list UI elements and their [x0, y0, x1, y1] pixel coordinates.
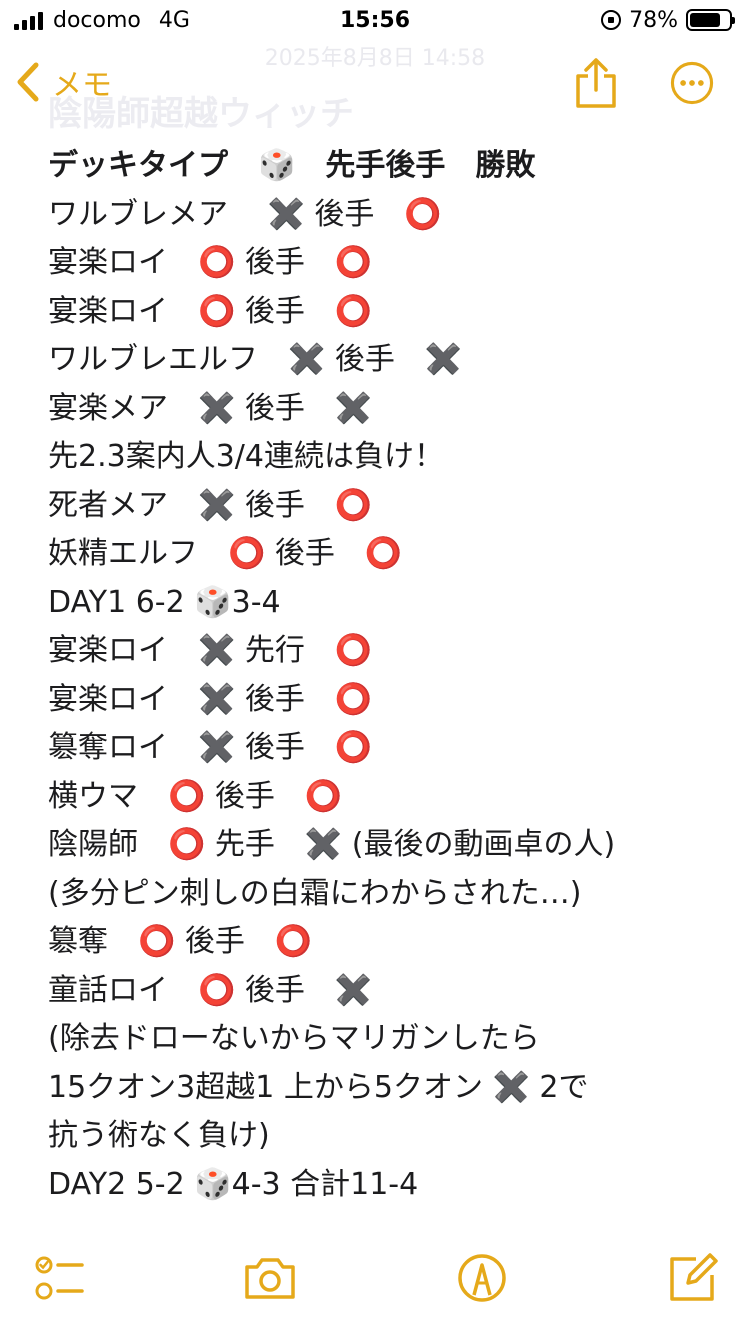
note-line: 宴楽ロイ ✖️ 後手 ⭕️	[48, 681, 373, 717]
note-body[interactable]: デッキタイプ 🎲 先手後手 勝敗 ワルブレメア ✖️ 後手 ⭕️ 宴楽ロイ ⭕️…	[48, 142, 728, 1209]
battery-percent: 78%	[629, 7, 678, 33]
status-bar: docomo 4G 15:56 78%	[0, 0, 750, 40]
note-line: 童話ロイ ⭕️ 後手 ✖️	[48, 972, 373, 1008]
back-button-label: メモ	[52, 68, 112, 103]
network-type: 4G	[158, 7, 190, 33]
note-line: 陰陽師 ⭕️ 先手 ✖️ (最後の動画卓の人)	[48, 827, 616, 862]
battery-icon	[686, 9, 735, 31]
battery-fill	[690, 13, 720, 27]
note-line: 15クオン3超越1 上から5クオン ✖️ 2で	[48, 1069, 589, 1105]
orientation-lock-icon	[601, 10, 622, 30]
back-button[interactable]: メモ	[14, 60, 112, 104]
note-line: 宴楽ロイ ✖️ 先行 ⭕️	[48, 633, 373, 668]
compose-icon[interactable]	[666, 1251, 720, 1305]
status-right: 78%	[601, 7, 735, 33]
note-line: 抗う術なく負け)	[48, 1118, 270, 1153]
camera-icon[interactable]	[243, 1251, 297, 1305]
note-line: 簒奪 ⭕️ 後手 ⭕️	[48, 924, 313, 959]
status-left: docomo 4G	[14, 8, 190, 33]
carrier-name: docomo	[53, 7, 141, 33]
note-line-header: デッキタイプ 🎲 先手後手 勝敗	[48, 148, 536, 183]
nav-actions	[572, 56, 716, 110]
bottom-toolbar	[0, 1234, 750, 1334]
note-line: 妖精エルフ ⭕️ 後手 ⭕️	[48, 536, 403, 571]
note-line: ワルブレエルフ ✖️ 後手 ✖️	[48, 342, 463, 377]
note-line: 宴楽ロイ ⭕️ 後手 ⭕️	[48, 245, 373, 280]
signal-strength-icon	[14, 10, 43, 30]
note-line: 宴楽メア ✖️ 後手 ✖️	[48, 390, 373, 426]
note-line: (除去ドローないからマリガンしたら	[48, 1021, 540, 1056]
note-line: 簒奪ロイ ✖️ 後手 ⭕️	[48, 730, 373, 765]
note-line: ワルブレメア ✖️ 後手 ⭕️	[48, 196, 442, 232]
more-icon[interactable]	[668, 56, 716, 110]
note-line: DAY1 6-2 🎲3-4	[48, 584, 281, 620]
share-icon[interactable]	[572, 56, 620, 110]
note-line: 死者メア ✖️ 後手 ⭕️	[48, 487, 373, 523]
chevron-left-icon	[17, 62, 39, 102]
note-line: (多分ピン刺しの白霜にわからされた…)	[48, 875, 582, 911]
checklist-icon[interactable]	[32, 1251, 86, 1305]
markup-pen-icon[interactable]	[455, 1251, 509, 1305]
note-line: 横ウマ ⭕️ 後手 ⭕️	[48, 778, 343, 814]
note-line: DAY2 5-2 🎲4-3 合計11-4	[48, 1166, 419, 1202]
note-line: 宴楽ロイ ⭕️ 後手 ⭕️	[48, 293, 373, 329]
note-line: 先2.3案内人3/4連続は負け！	[48, 439, 444, 474]
nav-bar: 2025年8月8日 14:58 陰陽師超越ウィッチ メモ	[0, 40, 750, 134]
